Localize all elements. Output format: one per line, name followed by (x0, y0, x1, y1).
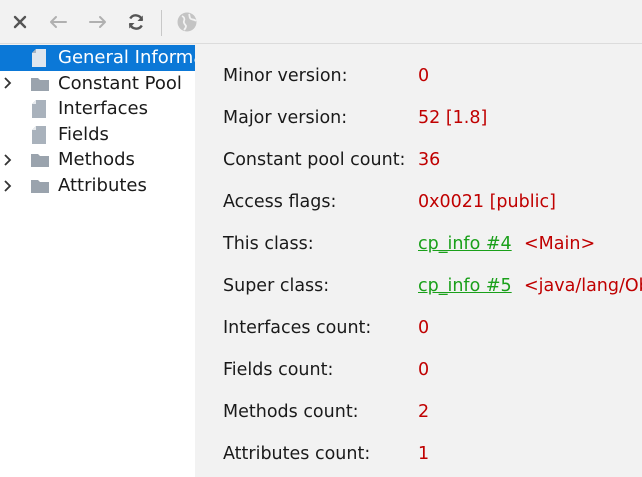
access-flags-label: Access flags: (223, 192, 337, 212)
tree-item-fields[interactable]: Fields (0, 122, 195, 148)
forward-arrow-icon (89, 16, 106, 28)
constant-pool-count-value: 36 (418, 150, 441, 170)
folder-icon (31, 77, 49, 91)
tree-item-label: Methods (58, 149, 135, 171)
this-class-label: This class: (223, 234, 314, 254)
tree-item-general-information[interactable]: General Information (0, 45, 195, 71)
fields-count-label: Fields count: (223, 360, 334, 380)
attributes-count-value: 1 (418, 444, 430, 464)
access-flags-value: 0x0021 [public] (418, 192, 556, 212)
back-button[interactable] (44, 8, 72, 36)
close-icon (13, 15, 27, 29)
constant-pool-count-label: Constant pool count: (223, 150, 406, 170)
methods-count-value: 2 (418, 402, 430, 422)
super-class-row: Super class: cp_info #5 <java/lang/Objec… (196, 265, 642, 307)
access-flags-row: Access flags: 0x0021 [public] (196, 181, 642, 223)
tree-item-attributes[interactable]: Attributes (0, 173, 195, 199)
toolbar-separator (161, 10, 162, 36)
file-icon (32, 100, 46, 119)
super-class-link[interactable]: cp_info #5 (418, 265, 512, 307)
tree-item-label: Fields (58, 123, 109, 145)
major-version-label: Major version: (223, 108, 348, 128)
refresh-button[interactable] (122, 8, 150, 36)
folder-icon (31, 179, 49, 193)
globe-icon (177, 12, 197, 32)
minor-version-label: Minor version: (223, 66, 348, 86)
interfaces-count-label: Interfaces count: (223, 318, 372, 338)
this-class-row: This class: cp_info #4 <Main> (196, 223, 642, 265)
interfaces-count-value: 0 (418, 318, 430, 338)
fields-count-value: 0 (418, 360, 430, 380)
super-class-label: Super class: (223, 276, 330, 296)
this-class-ref: <Main> (524, 234, 596, 254)
tree-item-constant-pool[interactable]: Constant Pool (0, 71, 195, 97)
attributes-count-row: Attributes count: 1 (196, 433, 642, 475)
minor-version-value: 0 (418, 66, 430, 86)
refresh-icon (128, 14, 144, 30)
attributes-count-label: Attributes count: (223, 444, 371, 464)
interfaces-count-row: Interfaces count: 0 (196, 307, 642, 349)
chevron-right-icon[interactable] (2, 173, 14, 199)
chevron-right-icon[interactable] (2, 147, 14, 173)
web-button[interactable] (173, 8, 201, 36)
major-version-row: Major version: 52 [1.8] (196, 97, 642, 139)
toolbar (0, 0, 642, 44)
close-button[interactable] (6, 8, 34, 36)
file-icon (32, 49, 46, 67)
tree-item-label: Constant Pool (58, 72, 182, 94)
this-class-link[interactable]: cp_info #4 (418, 223, 512, 265)
methods-count-row: Methods count: 2 (196, 391, 642, 433)
tree-item-label: Attributes (58, 174, 147, 196)
tree-item-interfaces[interactable]: Interfaces (0, 96, 195, 122)
minor-version-row: Minor version: 0 (196, 55, 642, 97)
super-class-ref: <java/lang/Object> (524, 276, 642, 296)
tree-item-label: Interfaces (58, 98, 148, 120)
class-structure-tree: General Information Constant Pool Interf… (0, 45, 195, 477)
fields-count-row: Fields count: 0 (196, 349, 642, 391)
forward-button[interactable] (84, 8, 112, 36)
folder-icon (31, 154, 49, 168)
constant-pool-count-row: Constant pool count: 36 (196, 139, 642, 181)
chevron-right-icon[interactable] (2, 71, 14, 97)
file-icon (32, 125, 46, 144)
tree-item-methods[interactable]: Methods (0, 147, 195, 173)
back-arrow-icon (50, 16, 67, 28)
tree-item-label: General Information (58, 47, 195, 68)
major-version-value: 52 [1.8] (418, 108, 488, 128)
methods-count-label: Methods count: (223, 402, 359, 422)
general-information-panel: Minor version: 0 Major version: 52 [1.8]… (196, 45, 642, 477)
